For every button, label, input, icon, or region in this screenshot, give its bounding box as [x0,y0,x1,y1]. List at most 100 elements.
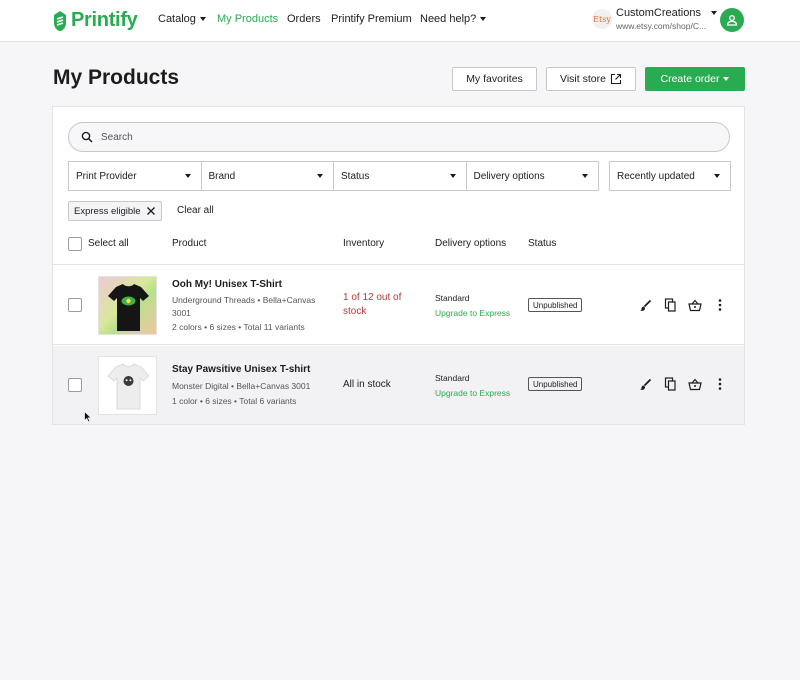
etsy-logo: Etsy [592,9,612,29]
nav-item-orders[interactable]: Orders [287,13,321,25]
nav-item-printify-premium[interactable]: Printify Premium [331,13,412,25]
close-icon[interactable] [146,206,156,216]
inventory-status: All in stock [343,379,391,390]
basket-icon [688,299,702,311]
printify-logo[interactable]: Printify [52,9,138,32]
edit-brush-icon [639,378,651,390]
shop-switcher[interactable]: Etsy CustomCreations www.etsy.com/shop/C… [592,7,717,31]
more-options-button[interactable] [712,297,728,313]
white-tshirt-image [107,363,150,410]
inventory-line: stock [343,306,367,317]
inventory-status: 1 of 12 out of stock [343,291,401,319]
sort-label: Recently updated [617,170,695,182]
nav-item-label: Orders [287,13,321,25]
provider-line: 3001 [172,308,191,318]
delivery-option: Standard [435,293,470,303]
delivery-option: Standard [435,373,470,383]
search-icon [81,131,93,143]
my-favorites-button[interactable]: My favorites [452,67,537,91]
filter-delivery-options[interactable]: Delivery options [467,162,599,190]
chip-label: Express eligible [74,205,141,217]
upgrade-to-express-link[interactable]: Upgrade to Express [435,388,510,398]
column-header-delivery: Delivery options [435,238,507,249]
product-variants: 1 color • 6 sizes • Total 6 variants [172,396,297,406]
duplicate-icon [664,298,676,312]
product-title[interactable]: Stay Pawsitive Unisex T-shirt [172,364,310,375]
upgrade-to-express-link[interactable]: Upgrade to Express [435,308,510,318]
filter-label: Brand [208,170,236,182]
nav-item-label: Printify Premium [331,13,412,25]
row-checkbox[interactable] [68,378,82,392]
chevron-down-icon [184,174,191,178]
product-provider: Underground Threads • Bella+Canvas 3001 [172,294,315,320]
chevron-down-icon [199,17,206,21]
nav-item-my-products[interactable]: My Products [217,13,278,25]
chevron-down-icon [710,11,717,15]
shop-name: CustomCreations [616,7,701,19]
create-order-label: Create order [660,73,720,85]
provider-line: Underground Threads • Bella+Canvas [172,295,316,305]
filter-print-provider[interactable]: Print Provider [69,162,202,190]
table-row[interactable]: Ooh My! Unisex T-Shirt Underground Threa… [53,266,744,345]
filter-brand[interactable]: Brand [202,162,334,190]
filter-bar: Print Provider Brand Status Delivery opt… [68,161,599,191]
nav-item-label: My Products [217,13,279,25]
duplicate-button[interactable] [662,297,678,313]
filter-chip-express-eligible: Express eligible [68,201,162,221]
product-provider: Monster Digital • Bella+Canvas 3001 [172,381,311,391]
filter-label: Status [341,170,370,182]
chevron-down-icon [317,174,323,178]
select-all-label: Select all [88,238,129,249]
order-button[interactable] [687,376,703,392]
page-title: My Products [53,66,180,89]
products-card: Print Provider Brand Status Delivery opt… [52,106,745,425]
more-options-button[interactable] [712,376,728,392]
basket-icon [688,378,702,390]
more-vertical-icon [718,299,722,311]
column-header-inventory: Inventory [343,238,385,249]
product-title[interactable]: Ooh My! Unisex T-Shirt [172,279,282,290]
create-order-button[interactable]: Create order [645,67,745,91]
filter-label: Delivery options [473,170,545,182]
product-variants: 2 colors • 6 sizes • Total 11 variants [172,322,305,332]
duplicate-icon [664,377,676,391]
printify-logo-icon [54,10,66,31]
nav-item-label: Need help? [420,13,477,25]
edit-button[interactable] [637,376,653,392]
edit-brush-icon [639,299,651,311]
filter-label: Print Provider [76,170,137,182]
shop-url: www.etsy.com/shop/C... [616,21,707,31]
table-header: Select all Product Inventory Delivery op… [53,225,744,265]
order-button[interactable] [687,297,703,313]
nav-item-catalog[interactable]: Catalog [158,13,206,25]
search-input[interactable] [101,131,701,143]
product-thumbnail[interactable] [98,356,157,415]
chevron-down-icon [714,174,720,178]
product-thumbnail[interactable] [98,276,157,335]
select-all-checkbox[interactable] [68,237,82,251]
clear-all-button[interactable]: Clear all [177,205,214,216]
duplicate-button[interactable] [662,376,678,392]
row-checkbox[interactable] [68,298,82,312]
chevron-down-icon [582,174,588,178]
chevron-down-icon [723,77,730,81]
avatar[interactable] [720,8,744,32]
table-row[interactable]: Stay Pawsitive Unisex T-shirt Monster Di… [53,346,744,424]
chevron-down-icon [480,17,487,21]
column-header-status: Status [528,238,557,249]
search-bar[interactable] [68,122,730,152]
visit-store-label: Visit store [560,73,606,85]
black-tshirt-image [108,284,149,331]
sort-select[interactable]: Recently updated [609,161,731,191]
filter-status[interactable]: Status [334,162,467,190]
more-vertical-icon [718,378,722,390]
visit-store-button[interactable]: Visit store [546,67,636,91]
brand-name: Printify [71,9,138,31]
top-navigation: Printify Catalog My Products Orders Prin… [0,0,800,42]
status-badge: Unpublished [528,377,583,391]
status-badge: Unpublished [528,298,583,312]
nav-item-need-help[interactable]: Need help? [420,13,487,25]
cursor-icon [84,411,92,423]
edit-button[interactable] [637,297,653,313]
my-favorites-label: My favorites [466,73,523,85]
